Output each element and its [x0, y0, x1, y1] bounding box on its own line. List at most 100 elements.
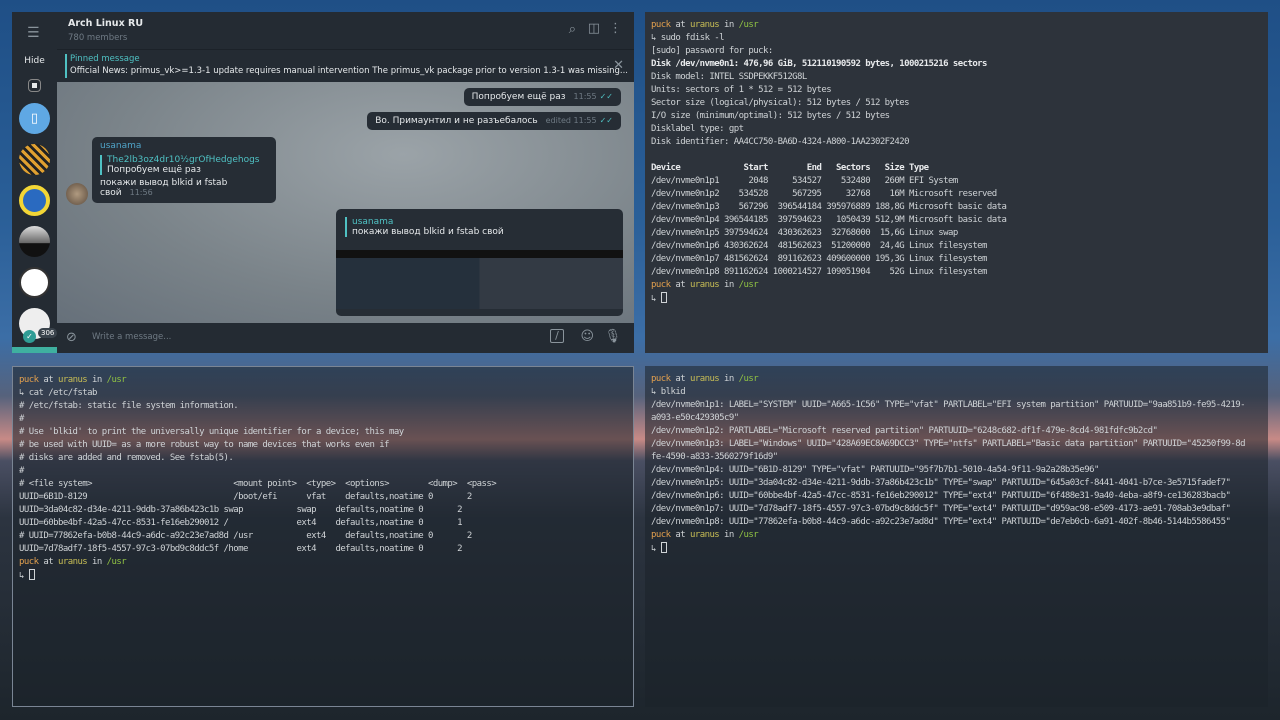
- output-line: a093-e50c429305c9": [651, 413, 739, 423]
- message-author[interactable]: usanama: [100, 141, 268, 151]
- sidebar-toggle-icon[interactable]: ◫: [588, 21, 600, 36]
- output-line: Device Start End Sectors Size Type: [651, 163, 929, 173]
- prompt-text: in: [719, 374, 739, 384]
- prompt-arrow-icon: ↳: [651, 294, 661, 304]
- message-incoming[interactable]: usanama The2lb3oz4dr10½grOfHedgehogs Поп…: [92, 137, 276, 203]
- output-line: /dev/nvme0n1p8: UUID="77862efa-b0b8-44c9…: [651, 517, 1231, 527]
- chat-avatar[interactable]: [19, 226, 50, 257]
- prompt-text: in: [719, 20, 739, 30]
- message-time: 11:55: [573, 92, 597, 101]
- prompt-host: uranus: [689, 530, 720, 540]
- prompt-arrow-icon: ↳: [651, 544, 661, 554]
- output-line: /dev/nvme0n1p1: LABEL="SYSTEM" UUID="A66…: [651, 400, 1246, 410]
- prompt-user: puck: [651, 20, 671, 30]
- prompt-arrow-icon: ↳: [19, 388, 29, 398]
- output-line: /dev/nvme0n1p1 2048 534527 532480 260M E…: [651, 176, 958, 186]
- output-line: UUID=6B1D-8129 /boot/efi vfat defaults,n…: [19, 492, 472, 502]
- user-avatar[interactable]: [66, 183, 88, 205]
- image-attachment[interactable]: [336, 250, 623, 309]
- prompt-dir: /usr: [738, 374, 759, 384]
- chat-title[interactable]: Arch Linux RU: [68, 18, 143, 29]
- chat-avatar[interactable]: [19, 185, 50, 216]
- output-line: # UUID=77862efa-b0b8-44c9-a6dc-a92c23e7a…: [19, 531, 472, 541]
- input-line[interactable]: ↳: [651, 542, 1262, 556]
- prompt-line: puck at uranus in /usr: [651, 529, 1262, 542]
- output-line: Disk /dev/nvme0n1: 476,96 GiB, 512110190…: [651, 59, 987, 69]
- chat-avatar[interactable]: [19, 267, 50, 298]
- message-text: Попробуем ещё раз: [471, 92, 566, 102]
- prompt-line: puck at uranus in /usr: [651, 373, 1262, 386]
- output-line: /dev/nvme0n1p7: UUID="7d78adf7-18f5-4557…: [651, 504, 1231, 514]
- input-line[interactable]: ↳: [19, 569, 627, 583]
- prompt-user: puck: [19, 557, 39, 567]
- saved-messages-icon[interactable]: ▯: [19, 103, 50, 134]
- microphone-icon[interactable]: 🎙: [604, 329, 621, 344]
- output-line: Disklabel type: gpt: [651, 124, 744, 134]
- output-line: Units: sectors of 1 * 512 = 512 bytes: [651, 85, 832, 95]
- telegram-window: ☰ Hide ▯ 306 ✓ Arch Linux RU 780 members…: [12, 12, 634, 353]
- terminal-fstab[interactable]: puck at uranus in /usr ↳ cat /etc/fstab # …: [12, 366, 634, 707]
- menu-icon[interactable]: ☰: [27, 25, 40, 41]
- chat-avatar[interactable]: [19, 144, 50, 175]
- emoji-icon[interactable]: ☺: [580, 329, 594, 344]
- output-line: UUID=7d78adf7-18f5-4557-97c3-07bd9c8ddc5…: [19, 544, 463, 554]
- prompt-arrow-icon: ↳: [651, 33, 661, 43]
- reply-author: The2lb3oz4dr10½grOfHedgehogs: [107, 155, 260, 165]
- command-text: blkid: [660, 387, 686, 397]
- member-count[interactable]: 780 members: [68, 33, 127, 43]
- prompt-line: puck at uranus in /usr: [651, 19, 1262, 32]
- output-line: # /etc/fstab: static file system informa…: [19, 401, 239, 411]
- message-outgoing[interactable]: Во. Примаунтил и не разъебалось edited 11…: [367, 112, 621, 130]
- prompt-host: uranus: [689, 374, 720, 384]
- input-line[interactable]: ↳: [651, 292, 1262, 306]
- hide-button[interactable]: Hide: [12, 56, 57, 66]
- prompt-dir: /usr: [738, 20, 759, 30]
- prompt-arrow-icon: ↳: [651, 387, 661, 397]
- archive-icon[interactable]: [28, 79, 41, 92]
- message-composer: ⊘ Write a message... / ☺ 🎙: [57, 323, 634, 353]
- prompt-text: at: [38, 375, 58, 385]
- terminal-fdisk[interactable]: puck at uranus in /usr ↳ sudo fdisk -l [su…: [645, 12, 1268, 353]
- output-line: /dev/nvme0n1p5: UUID="3da04c82-d34e-4211…: [651, 478, 1231, 488]
- output-line: /dev/nvme0n1p5 397594624 430362623 32768…: [651, 228, 958, 238]
- message-time: edited 11:55: [545, 116, 597, 125]
- output-line: fe-4590-a833-3560279f16d9": [651, 452, 778, 462]
- prompt-text: in: [87, 375, 107, 385]
- prompt-host: uranus: [57, 557, 88, 567]
- command-text: sudo fdisk -l: [660, 33, 725, 43]
- message-outgoing[interactable]: Попробуем ещё раз 11:55 ✓✓: [463, 88, 621, 106]
- prompt-line: puck at uranus in /usr: [651, 279, 1262, 292]
- command-text: cat /etc/fstab: [28, 388, 98, 398]
- commands-icon[interactable]: /: [550, 329, 564, 343]
- message-outgoing-screenshot[interactable]: usanama покажи вывод blkid и fstab свой: [336, 209, 623, 316]
- output-line: /dev/nvme0n1p4: UUID="6B1D-8129" TYPE="v…: [651, 465, 1099, 475]
- pinned-text: Official News: primus_vk>=1.3-1 update r…: [70, 66, 629, 76]
- search-icon[interactable]: ⌕: [569, 22, 576, 37]
- prompt-host: uranus: [689, 20, 720, 30]
- prompt-text: at: [670, 20, 690, 30]
- output-line: /dev/nvme0n1p7 481562624 891162623 40960…: [651, 254, 987, 264]
- output-line: Sector size (logical/physical): 512 byte…: [651, 98, 910, 108]
- prompt-text: in: [719, 530, 739, 540]
- attach-icon[interactable]: ⊘: [66, 330, 77, 345]
- shield-check-icon: ✓: [23, 330, 36, 343]
- output-line: UUID=3da04c82-d34e-4211-9ddb-37a86b423c1…: [19, 505, 463, 515]
- prompt-user: puck: [19, 375, 39, 385]
- prompt-user: puck: [651, 280, 671, 290]
- output-line: /dev/nvme0n1p2: PARTLABEL="Microsoft res…: [651, 426, 1158, 436]
- close-icon[interactable]: ✕: [613, 58, 624, 73]
- message-input[interactable]: Write a message...: [92, 332, 171, 342]
- message-text: покажи вывод blkid и fstab свой: [100, 178, 228, 198]
- reply-author: usanama: [352, 217, 394, 227]
- cursor: [660, 542, 667, 553]
- more-icon[interactable]: ⋮: [609, 21, 622, 36]
- message-text: Во. Примаунтил и не разъебалось: [375, 116, 538, 126]
- prompt-line: puck at uranus in /usr: [19, 374, 627, 387]
- prompt-host: uranus: [689, 280, 720, 290]
- output-line: /dev/nvme0n1p6 430362624 481562623 51200…: [651, 241, 987, 251]
- command-line: ↳ blkid: [651, 386, 1262, 399]
- terminal-blkid[interactable]: puck at uranus in /usr ↳ blkid/dev/nvme0n…: [645, 366, 1268, 707]
- output-line: /dev/nvme0n1p6: UUID="60bbe4bf-42a5-47cc…: [651, 491, 1231, 501]
- pinned-message-bar[interactable]: Pinned message Official News: primus_vk>…: [57, 50, 634, 82]
